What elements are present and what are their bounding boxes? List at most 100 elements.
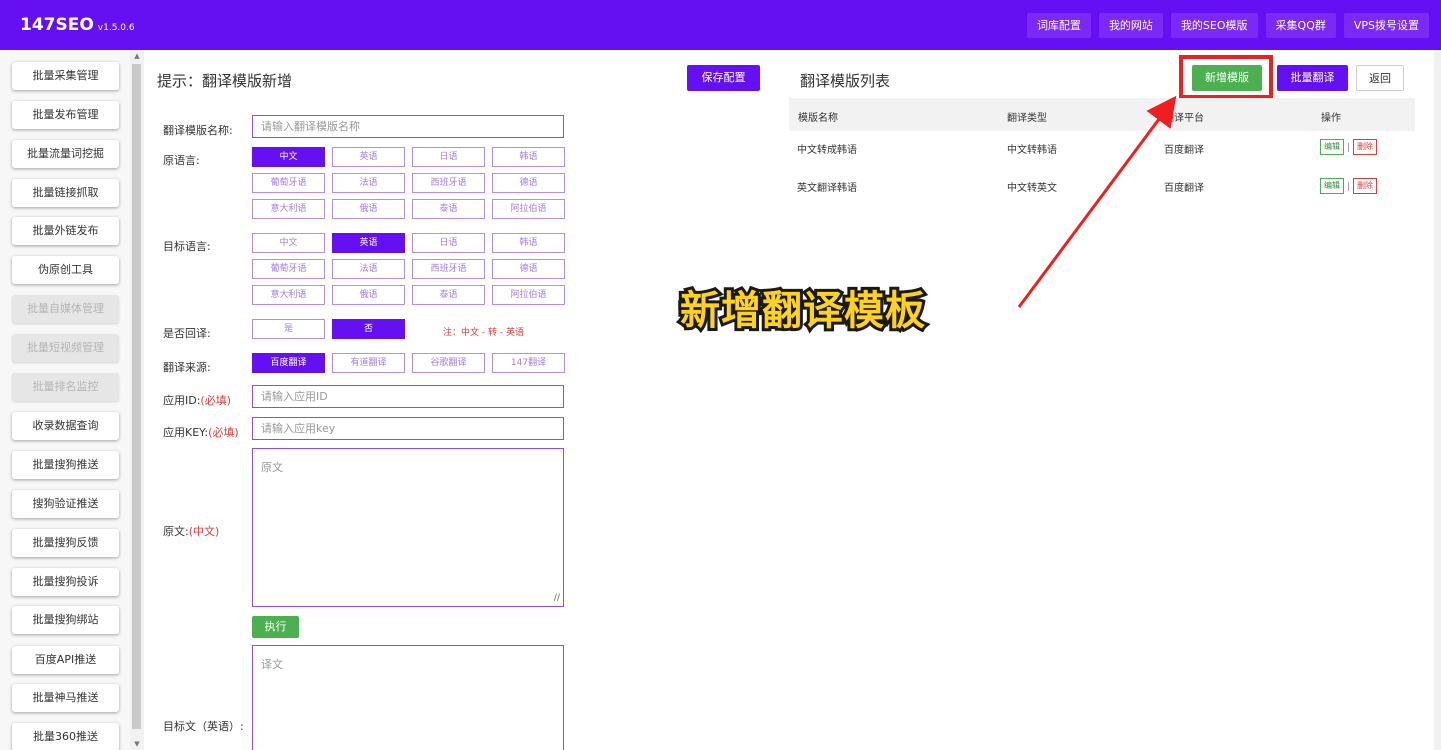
delete-button[interactable]: 删除 (1353, 178, 1377, 194)
source-language-option[interactable]: 法语 (332, 173, 405, 193)
source-language-option[interactable]: 日语 (412, 147, 485, 167)
source-language-option[interactable]: 俄语 (332, 199, 405, 219)
column-actions: 操作 (1321, 113, 1341, 124)
source-language-option[interactable]: 阿拉伯语 (492, 199, 565, 219)
source-language-option[interactable]: 葡萄牙语 (252, 173, 325, 193)
template-name-input[interactable]: 请输入翻译模版名称 (252, 115, 564, 138)
back-translate-note: 注：中文 - 转 - 英语 (443, 328, 524, 338)
brand-name: 147SEO (20, 15, 94, 35)
delete-button[interactable]: 删除 (1353, 139, 1377, 155)
app-id-label: 应用ID:(必填) (163, 394, 232, 407)
column-template-name: 模版名称 (798, 113, 838, 124)
app-id-input[interactable]: 请输入应用ID (252, 385, 564, 408)
sidebar-item-sogou-bind[interactable]: 批量搜狗绑站 (12, 606, 119, 634)
target-language-option[interactable]: 意大利语 (252, 285, 325, 305)
brand-logo[interactable]: 147SEO v1.5.0.6 (20, 15, 135, 35)
row-template-name: 中文转成韩语 (797, 145, 857, 156)
row-translate-type: 中文转英文 (1007, 183, 1057, 194)
source-language-option[interactable]: 英语 (332, 147, 405, 167)
sidebar: 批量采集管理 批量发布管理 批量流量词挖掘 批量链接抓取 批量外链发布 伪原创工… (0, 50, 130, 750)
table-header: 模版名称 翻译类型 翻译平台 操作 (789, 98, 1415, 131)
back-translate-yes[interactable]: 是 (252, 319, 325, 339)
app-key-input[interactable]: 请输入应用key (252, 417, 564, 440)
target-language-option[interactable]: 阿拉伯语 (492, 285, 565, 305)
scroll-down-arrow-icon[interactable]: ▼ (130, 738, 144, 750)
source-language-option[interactable]: 西班牙语 (412, 173, 485, 193)
row-platform: 百度翻译 (1164, 183, 1204, 194)
back-translate-no[interactable]: 否 (332, 319, 405, 339)
engine-youdao[interactable]: 有道翻译 (332, 353, 405, 373)
scroll-up-arrow-icon[interactable]: ▲ (130, 50, 144, 62)
target-language-label: 目标语言: (163, 240, 211, 253)
target-language-option[interactable]: 英语 (332, 233, 405, 253)
resize-handle-icon[interactable]: ∕∕ (554, 593, 560, 603)
top-bar: 147SEO v1.5.0.6 词库配置 我的网站 我的SEO模版 采集QQ群 V… (0, 0, 1441, 50)
back-translate-label: 是否回译: (163, 327, 211, 340)
sidebar-item-external-links[interactable]: 批量外链发布 (12, 217, 119, 245)
app-window: 147SEO v1.5.0.6 词库配置 我的网站 我的SEO模版 采集QQ群 V… (0, 0, 1441, 750)
source-language-label: 原语言: (163, 154, 200, 167)
column-platform: 翻译平台 (1164, 113, 1204, 124)
sidebar-item-pseudo-original[interactable]: 伪原创工具 (12, 256, 119, 284)
save-config-button[interactable]: 保存配置 (687, 65, 760, 91)
sidebar-item-sogou-feedback[interactable]: 批量搜狗反馈 (12, 529, 119, 557)
target-language-option[interactable]: 中文 (252, 233, 325, 253)
target-language-option[interactable]: 葡萄牙语 (252, 259, 325, 279)
sidebar-item-sogou-complaint[interactable]: 批量搜狗投诉 (12, 568, 119, 596)
sidebar-item-rank-monitor: 批量排名监控 (12, 373, 119, 401)
engine-baidu[interactable]: 百度翻译 (252, 353, 325, 373)
result-textarea[interactable]: 译文 (252, 645, 564, 750)
nav-vps-dialup[interactable]: VPS拨号设置 (1343, 13, 1429, 38)
scroll-thumb[interactable] (132, 64, 141, 729)
run-button[interactable]: 执行 (252, 616, 299, 638)
source-language-option[interactable]: 德语 (492, 173, 565, 193)
engine-google[interactable]: 谷歌翻译 (412, 353, 485, 373)
sidebar-item-index-query[interactable]: 收录数据查询 (12, 412, 119, 440)
original-textarea[interactable]: 原文 ∕∕ (252, 448, 564, 607)
action-separator: | (1347, 182, 1351, 192)
sidebar-item-link-crawl[interactable]: 批量链接抓取 (12, 179, 119, 207)
edit-button[interactable]: 编辑 (1320, 178, 1344, 194)
target-language-option[interactable]: 韩语 (492, 233, 565, 253)
original-text-label: 原文:(中文) (163, 525, 220, 538)
batch-translate-button[interactable]: 批量翻译 (1277, 65, 1348, 91)
row-template-name: 英文翻译韩语 (797, 183, 857, 194)
target-language-option[interactable]: 日语 (412, 233, 485, 253)
sidebar-item-baidu-api-push[interactable]: 百度API推送 (12, 646, 119, 674)
source-language-option[interactable]: 泰语 (412, 199, 485, 219)
sidebar-item-publish[interactable]: 批量发布管理 (12, 101, 119, 129)
target-language-option[interactable]: 泰语 (412, 285, 485, 305)
source-language-option[interactable]: 意大利语 (252, 199, 325, 219)
target-language-option[interactable]: 法语 (332, 259, 405, 279)
sidebar-item-short-video: 批量短视频管理 (12, 334, 119, 362)
sidebar-item-self-media: 批量自媒体管理 (12, 295, 119, 323)
form-title: 提示：翻译模版新增 (157, 72, 293, 90)
column-translate-type: 翻译类型 (1007, 113, 1047, 124)
nav-my-seo-templates[interactable]: 我的SEO模版 (1170, 13, 1258, 38)
sidebar-item-shenma-push[interactable]: 批量神马推送 (12, 684, 119, 712)
template-name-label: 翻译模版名称: (163, 124, 233, 137)
sidebar-item-sogou-verify-push[interactable]: 搜狗验证推送 (12, 490, 119, 518)
sidebar-scrollbar[interactable]: ▲ ▼ (130, 50, 144, 750)
engine-label: 翻译来源: (163, 361, 211, 374)
target-language-option[interactable]: 德语 (492, 259, 565, 279)
edit-button[interactable]: 编辑 (1320, 139, 1344, 155)
sidebar-item-360-push[interactable]: 批量360推送 (12, 723, 119, 750)
source-language-option[interactable]: 韩语 (492, 147, 565, 167)
nav-my-websites[interactable]: 我的网站 (1098, 13, 1163, 38)
result-placeholder: 译文 (261, 658, 283, 671)
nav-qq-group[interactable]: 采集QQ群 (1265, 13, 1336, 38)
target-language-option[interactable]: 俄语 (332, 285, 405, 305)
nav-lexicon-config[interactable]: 词库配置 (1026, 13, 1091, 38)
annotation-label: 新增翻译模板 (677, 285, 928, 337)
sidebar-item-collect[interactable]: 批量采集管理 (12, 62, 119, 90)
engine-147[interactable]: 147翻译 (492, 353, 565, 373)
sidebar-item-traffic-keywords[interactable]: 批量流量词挖掘 (12, 140, 119, 168)
source-language-option[interactable]: 中文 (252, 147, 325, 167)
app-key-label: 应用KEY:(必填) (163, 426, 239, 439)
sidebar-item-sogou-push[interactable]: 批量搜狗推送 (12, 451, 119, 479)
target-language-option[interactable]: 西班牙语 (412, 259, 485, 279)
highlight-box (1179, 55, 1273, 99)
back-button[interactable]: 返回 (1356, 65, 1404, 91)
original-placeholder: 原文 (261, 461, 283, 474)
